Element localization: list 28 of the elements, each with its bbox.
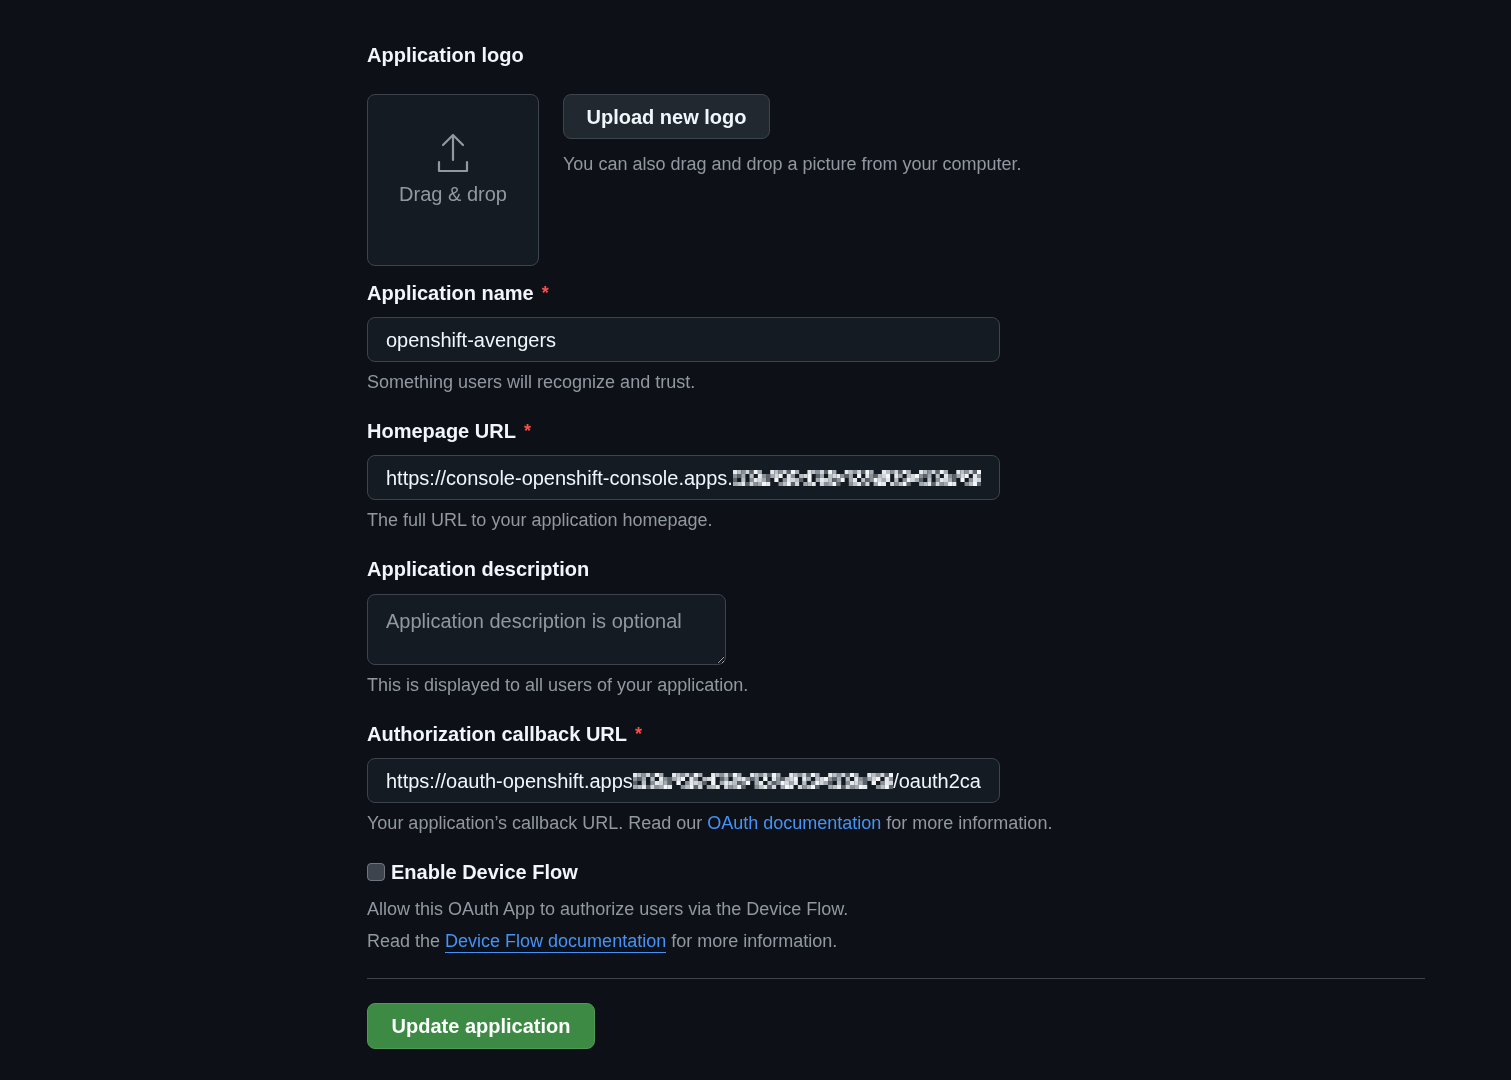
field-hint: Your application’s callback URL. Read our OAuth documentation for more information. [367,811,1053,835]
input-field[interactable]: https://console-openshift-console.apps. [367,455,1000,500]
description-textarea[interactable]: Application description is optional [367,594,726,665]
input-field[interactable]: https://oauth-openshift.apps /oauth2ca [367,758,1000,803]
device-flow-note: Read the Device Flow documentation for more information. [367,929,838,953]
update-application-button[interactable]: Update application [367,1003,595,1049]
device-flow-checkbox[interactable] [367,863,385,881]
required-asterisk: * [635,723,643,746]
input-field[interactable]: openshift-avengers [367,317,1000,362]
logo-dropzone[interactable]: Drag & drop [367,94,539,266]
upload-logo-button[interactable]: Upload new logo [563,94,770,139]
documentation-link[interactable]: Device Flow documentation [445,930,667,953]
upload-icon [437,133,469,173]
checkbox-label: Enable Device Flow [391,860,578,885]
dropzone-text: Drag & drop [399,182,507,207]
section-label: Application logo [367,43,524,68]
field-label: Homepage URL [367,419,516,444]
required-asterisk: * [541,282,549,305]
field-label: Application name [367,281,534,306]
field-hint: This is displayed to all users of your application. [367,674,749,697]
device-flow-description: Allow this OAuth App to authorize users via the Device Flow. [367,898,849,921]
field-hint: Something users will recognize and trust. [367,371,696,394]
documentation-link[interactable]: OAuth documentation [707,812,882,835]
required-asterisk: * [523,420,531,443]
field-hint: The full URL to your application homepage. [367,509,713,532]
field-label: Authorization callback URL [367,722,628,747]
upload-hint: You can also drag and drop a picture from your computer. [563,153,1022,176]
field-label: Application description [367,557,590,582]
